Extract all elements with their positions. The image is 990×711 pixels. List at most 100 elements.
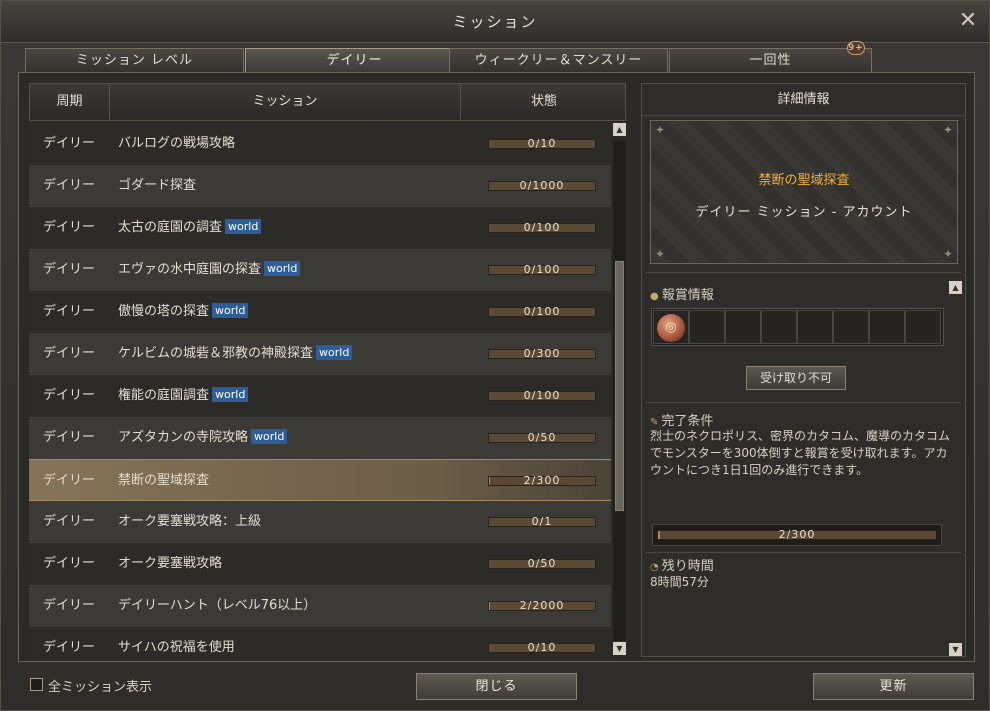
mission-row[interactable]: デイリー アズタカンの寺院攻略 world 0/50 xyxy=(29,417,611,459)
progress-text: 0/1 xyxy=(531,515,553,528)
mission-row[interactable]: デイリー バルログの戦場攻略 0/10 xyxy=(29,123,611,165)
progress-bar: 0/50 xyxy=(488,557,596,570)
progress-bar: 0/100 xyxy=(488,221,596,234)
world-tag: world xyxy=(225,219,262,234)
divider xyxy=(646,552,961,553)
mission-period: デイリー xyxy=(43,262,96,277)
mission-name-cell: ケルビムの城砦＆邪教の神殿探査 world xyxy=(118,333,353,375)
tab-one-time[interactable]: 一回性 9+ xyxy=(669,41,872,72)
reward-slot xyxy=(905,310,941,344)
mission-row[interactable]: デイリー 権能の庭園調査 world 0/100 xyxy=(29,375,611,417)
progress-bar: 2/2000 xyxy=(488,599,596,612)
show-all-label[interactable]: 全ミッション表示 xyxy=(48,676,152,695)
tab-weekly-monthly[interactable]: ウィークリー＆マンスリー xyxy=(449,48,668,72)
progress-text: 0/10 xyxy=(527,641,557,654)
scroll-down-icon[interactable]: ▼ xyxy=(949,643,962,656)
progress-text: 2/2000 xyxy=(519,599,565,612)
progress-text: 0/100 xyxy=(523,221,561,234)
divider xyxy=(646,272,961,273)
progress-text: 0/10 xyxy=(527,137,557,150)
column-period[interactable]: 周期 xyxy=(30,84,110,120)
mission-name-cell: バルログの戦場攻略 xyxy=(118,123,235,165)
scrollbar-thumb[interactable] xyxy=(615,261,624,511)
mission-name: 傲慢の塔の探査 xyxy=(118,304,210,319)
scroll-up-icon[interactable]: ▲ xyxy=(949,281,962,294)
mission-name: ケルビムの城砦＆邪教の神殿探査 xyxy=(118,346,314,361)
mission-row[interactable]: デイリー 禁断の聖域探査 2/300 xyxy=(29,459,611,501)
mission-period: デイリー xyxy=(43,136,96,151)
refresh-button[interactable]: 更新 xyxy=(813,673,974,700)
progress-text: 0/100 xyxy=(523,305,561,318)
close-icon[interactable]: ✕ xyxy=(957,10,979,33)
detail-title: 詳細情報 xyxy=(642,84,965,116)
mission-name: オーク要塞戦攻略 xyxy=(118,556,223,571)
selected-mission-name: 禁断の聖域探査 xyxy=(758,173,850,188)
mission-name: エヴァの水中庭園の探査 xyxy=(118,262,262,277)
close-button[interactable]: 閉じる xyxy=(416,673,577,700)
mission-period: デイリー xyxy=(43,178,96,193)
mission-name-cell: オーク要塞戦攻略：上級 xyxy=(118,501,261,543)
progress-bar: 0/100 xyxy=(488,305,596,318)
tab-label: デイリー xyxy=(326,53,383,68)
mission-name-cell: デイリーハント（レベル76以上） xyxy=(118,585,316,627)
detail-summary-box: ✦ ✦ ✦ ✦ 禁断の聖域探査 デイリー ミッション - アカウント xyxy=(650,120,958,264)
show-all-checkbox[interactable] xyxy=(30,678,43,691)
mission-row[interactable]: デイリー エヴァの水中庭園の探査 world 0/100 xyxy=(29,249,611,291)
mission-row[interactable]: デイリー 傲慢の塔の探査 world 0/100 xyxy=(29,291,611,333)
mission-list-panel: 周期 ミッション 状態 デイリー バルログの戦場攻略 0/10 デイリー ゴダード探査 0… xyxy=(29,83,628,657)
mission-row[interactable]: デイリー サイハの祝福を使用 0/10 xyxy=(29,627,611,657)
mission-name: サイハの祝福を使用 xyxy=(118,640,235,655)
world-tag: world xyxy=(264,261,301,276)
progress-text: 0/100 xyxy=(523,263,561,276)
reward-item-icon[interactable]: ◎ xyxy=(657,314,685,342)
progress-text: 2/300 xyxy=(523,474,561,487)
tab-daily[interactable]: デイリー xyxy=(245,48,464,72)
scroll-up-icon[interactable]: ▲ xyxy=(613,123,626,136)
reward-slot xyxy=(869,310,905,344)
reward-slot[interactable]: ◎ xyxy=(653,310,689,344)
reward-section-label: ● 報賞情報 xyxy=(650,284,714,303)
mission-row[interactable]: デイリー デイリーハント（レベル76以上） 2/2000 xyxy=(29,585,611,627)
notification-badge: 9+ xyxy=(847,41,865,55)
condition-section-label: ✎ 完了条件 xyxy=(650,410,713,429)
claim-reward-button[interactable]: 受け取り不可 xyxy=(746,366,846,390)
mission-row[interactable]: デイリー ゴダード探査 0/1000 xyxy=(29,165,611,207)
mission-period: デイリー xyxy=(43,598,96,613)
scrollbar-track[interactable] xyxy=(613,141,626,641)
progress-bar: 0/10 xyxy=(488,641,596,654)
mission-period: デイリー xyxy=(43,640,96,655)
mission-row[interactable]: デイリー 太古の庭園の調査 world 0/100 xyxy=(29,207,611,249)
progress-text: 0/1000 xyxy=(519,179,565,192)
scroll-icon: ✎ xyxy=(650,417,659,428)
progress-bar: 0/10 xyxy=(488,137,596,150)
time-section-label: ◔ 残り時間 xyxy=(650,555,714,574)
mission-window: ミッション ✕ ミッション レベル デイリー ウィークリー＆マンスリー 一回性 … xyxy=(0,0,990,711)
mission-name-cell: 権能の庭園調査 world xyxy=(118,375,249,417)
mission-row[interactable]: デイリー オーク要塞戦攻略 0/50 xyxy=(29,543,611,585)
world-tag: world xyxy=(251,429,288,444)
scroll-down-icon[interactable]: ▼ xyxy=(613,642,626,655)
tab-label: ミッション レベル xyxy=(75,53,194,68)
mission-row[interactable]: デイリー オーク要塞戦攻略：上級 0/1 xyxy=(29,501,611,543)
progress-text: 0/50 xyxy=(527,431,557,444)
mission-name-cell: ゴダード探査 xyxy=(118,165,196,207)
reward-slots: ◎ xyxy=(651,308,944,346)
mission-name: バルログの戦場攻略 xyxy=(118,136,236,151)
mission-name-cell: サイハの祝福を使用 xyxy=(118,627,235,657)
ornament-icon: ✦ xyxy=(942,123,954,137)
column-mission[interactable]: ミッション xyxy=(110,84,461,120)
tab-mission-level[interactable]: ミッション レベル xyxy=(25,48,244,72)
world-tag: world xyxy=(316,345,353,360)
mission-name-cell: 禁断の聖域探査 xyxy=(118,460,209,502)
clock-icon: ◔ xyxy=(650,562,659,573)
reward-slot xyxy=(833,310,869,344)
mission-row[interactable]: デイリー ケルビムの城砦＆邪教の神殿探査 world 0/300 xyxy=(29,333,611,375)
mission-period: デイリー xyxy=(43,514,96,529)
column-status[interactable]: 状態 xyxy=(461,84,627,120)
ornament-icon: ✦ xyxy=(942,247,954,261)
selected-mission-type: デイリー ミッション - アカウント xyxy=(695,205,913,220)
progress-text: 0/300 xyxy=(523,347,561,360)
detail-progress: 2/300 xyxy=(652,524,942,546)
world-tag: world xyxy=(212,303,249,318)
reward-slot xyxy=(797,310,833,344)
